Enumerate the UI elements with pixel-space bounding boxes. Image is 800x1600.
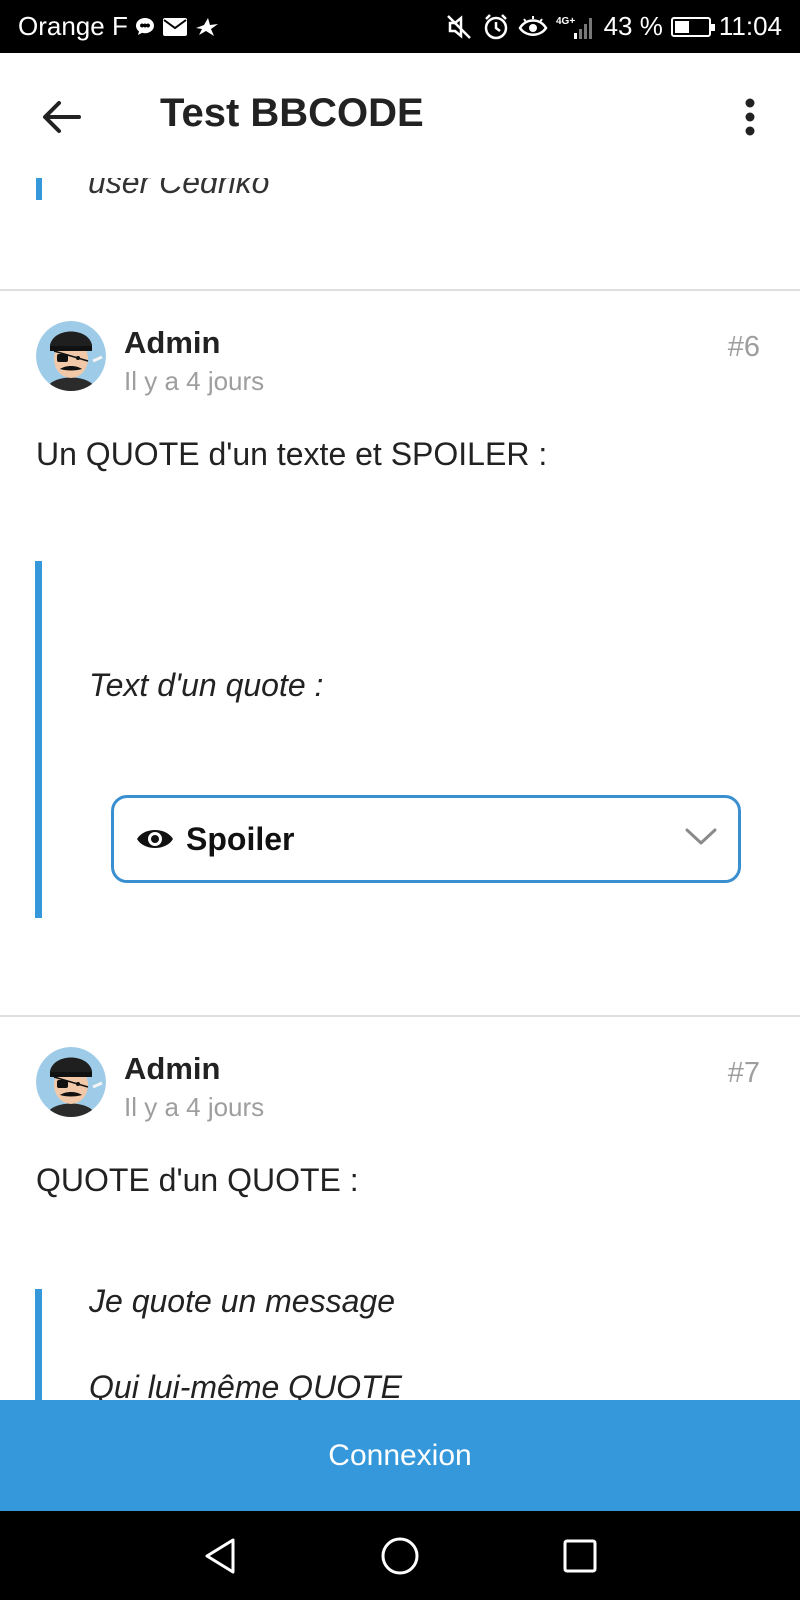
post-date: Il y a 4 jours bbox=[124, 1092, 265, 1122]
avatar[interactable] bbox=[36, 321, 106, 391]
admin-avatar-image bbox=[36, 321, 106, 391]
login-button[interactable]: Connexion bbox=[0, 1400, 800, 1511]
nav-home-button[interactable] bbox=[375, 1531, 425, 1581]
battery-icon bbox=[670, 16, 715, 37]
back-triangle-icon bbox=[205, 1538, 235, 1573]
alarm-icon bbox=[482, 13, 510, 41]
quote-bar bbox=[35, 1289, 42, 1400]
status-right: 4G+ 43 % 11:04 bbox=[446, 11, 782, 42]
home-circle-icon bbox=[381, 1537, 419, 1574]
quote-text: Je quote un message bbox=[89, 1283, 395, 1319]
signal-icon: 4G+ bbox=[556, 13, 596, 41]
eye-icon bbox=[137, 830, 173, 848]
previous-quote-bar bbox=[36, 178, 42, 200]
status-bar: Orange F 4G+ 43 % 11:04 bbox=[0, 0, 800, 53]
previous-quote-text: user Cedriko bbox=[88, 178, 270, 200]
nav-recents-button[interactable] bbox=[555, 1531, 605, 1581]
chat-bubble-icon bbox=[134, 16, 156, 38]
post-date: Il y a 4 jours bbox=[124, 366, 265, 396]
recents-square-icon bbox=[563, 1539, 597, 1572]
battery-percent: 43 % bbox=[603, 11, 663, 41]
post-text: Un QUOTE d'un texte et SPOILER : bbox=[36, 436, 548, 472]
app-bar: Test BBCODE bbox=[0, 53, 800, 178]
battery-level-fill bbox=[674, 20, 689, 33]
post-item: Admin Il y a 4 jours #7 QUOTE d'un QUOTE… bbox=[0, 1017, 800, 1400]
quote-text: Text d'un quote : bbox=[89, 667, 324, 703]
topic-content[interactable]: user Cedriko Admin Il y a 4 jours #6 Un … bbox=[0, 178, 800, 1400]
nav-back-button[interactable] bbox=[195, 1531, 245, 1581]
mute-icon bbox=[446, 14, 474, 40]
network-type: 4G+ bbox=[556, 16, 575, 27]
quote-bar bbox=[35, 561, 42, 918]
spoiler-label: Spoiler bbox=[186, 820, 295, 857]
quote-text-second-line: Qui lui-même QUOTE bbox=[89, 1369, 402, 1400]
carrier-name: Orange F bbox=[18, 11, 128, 41]
post-text: QUOTE d'un QUOTE : bbox=[36, 1162, 359, 1198]
post-author[interactable]: Admin bbox=[124, 1051, 220, 1087]
more-vertical-icon bbox=[745, 98, 755, 136]
admin-avatar-image bbox=[36, 1047, 106, 1117]
eye-comfort-icon bbox=[518, 15, 548, 39]
post-author[interactable]: Admin bbox=[124, 325, 220, 361]
avatar[interactable] bbox=[36, 1047, 106, 1117]
spoiler-toggle[interactable]: Spoiler bbox=[111, 795, 741, 883]
back-button[interactable] bbox=[38, 93, 86, 141]
bird-icon bbox=[194, 16, 220, 38]
post-item: Admin Il y a 4 jours #6 Un QUOTE d'un te… bbox=[0, 291, 800, 918]
post-number[interactable]: #7 bbox=[728, 1057, 760, 1090]
page-title: Test BBCODE bbox=[160, 91, 424, 135]
post-number[interactable]: #6 bbox=[728, 331, 760, 364]
mail-icon bbox=[162, 16, 188, 38]
more-options-button[interactable] bbox=[730, 89, 770, 145]
system-nav-bar bbox=[0, 1511, 800, 1600]
chevron-down-icon bbox=[685, 828, 717, 845]
status-left: Orange F bbox=[18, 11, 220, 42]
arrow-left-icon bbox=[43, 101, 81, 133]
clock: 11:04 bbox=[718, 11, 782, 41]
